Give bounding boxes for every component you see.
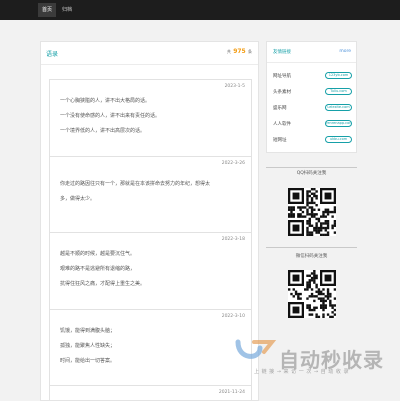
count-suffix: 条 bbox=[248, 49, 252, 54]
quote-card: 2022-3-10 饥饿，能得到满腹头脑； 孤独，能聚焦人性缺失； 时间，能给出… bbox=[49, 309, 252, 387]
qq-qr-code bbox=[288, 188, 337, 237]
quote-line: 抗得住狂风之痛，才配得上重生之美。 bbox=[60, 281, 146, 287]
quote-card: 2023-1-5 一个心胸狭隘的人，讲不出大格局的话。 一个没有使命感的人，讲不… bbox=[49, 79, 252, 157]
friend-links-header: 友情链接 more bbox=[267, 42, 356, 63]
quotes-panel: 语录 共 975 条 2023-1-5 一个心胸狭隘的人，讲不出大格局的话。 一… bbox=[40, 41, 259, 401]
friend-link-url[interactable]: renrenapp.com bbox=[325, 120, 352, 127]
friend-link-name[interactable]: 盛乐网 bbox=[273, 105, 287, 111]
wechat-qr-code bbox=[288, 270, 337, 319]
wechat-qr-caption: 微信扫码关注我 bbox=[295, 254, 328, 259]
quote-line: 一个心胸狭隘的人，讲不出大格局的话。 bbox=[60, 98, 151, 104]
friend-links-title: 友情链接 bbox=[273, 50, 291, 55]
quote-line: 你走过的路因往只有一个，那就是在本该拼命去努力的年纪，想得太 bbox=[60, 181, 211, 187]
friend-link-url[interactable]: ukbu.com bbox=[325, 136, 352, 143]
friend-link-url[interactable]: Tuliu.com bbox=[325, 88, 352, 95]
top-navbar: 首页 归档 bbox=[0, 0, 400, 20]
friend-link-url[interactable]: 123yb.com bbox=[325, 72, 352, 79]
nav-archive[interactable]: 归档 bbox=[58, 3, 76, 17]
quote-card: 2022-3-26 你走过的路因往只有一个，那就是在本该拼命去努力的年纪，想得太… bbox=[49, 156, 252, 235]
friend-link[interactable]: 盛乐网 Lelexite.com bbox=[271, 102, 354, 116]
divider bbox=[266, 167, 357, 168]
quote-line: 一个没有使命感的人，讲不出来有责任的话。 bbox=[60, 113, 161, 119]
friend-link[interactable]: 头条素材 Tuliu.com bbox=[271, 86, 354, 100]
quote-line: 孤独，能聚焦人性缺失； bbox=[60, 343, 116, 349]
quote-line: 越是不顺的时候，越是要沉住气。 bbox=[60, 251, 136, 257]
quote-line: 多，做得太少。 bbox=[60, 196, 96, 202]
quote-card: 2022-3-18 越是不顺的时候，越是要沉住气。 艰难的路不是逃避所有退缩的路… bbox=[49, 232, 252, 311]
friend-link[interactable]: 人人软件 renrenapp.com bbox=[271, 118, 354, 132]
watermark: 自动秒收录 上 链 接 → 来 访 一 次 → 自 动 收 录 bbox=[232, 338, 400, 400]
friend-link-name[interactable]: 人人软件 bbox=[273, 121, 291, 127]
qr-code-image bbox=[288, 270, 337, 319]
quote-line: 时间，能给出一切答案。 bbox=[60, 358, 116, 364]
logo-icon bbox=[235, 339, 277, 359]
quote-line: 饥饿，能得到满腹头脑； bbox=[60, 328, 116, 334]
friend-link-url[interactable]: Lelexite.com bbox=[325, 104, 352, 111]
friend-link[interactable]: 网址导航 123yb.com bbox=[271, 70, 354, 84]
count-prefix: 共 bbox=[226, 49, 231, 54]
friend-link-name[interactable]: 网址导航 bbox=[273, 73, 291, 79]
quotes-count: 共 975 条 bbox=[227, 48, 252, 55]
friend-link-name[interactable]: 短网址 bbox=[273, 137, 287, 143]
quotes-title: 语录 bbox=[46, 51, 59, 58]
friend-link-name[interactable]: 头条素材 bbox=[273, 89, 291, 95]
quote-card: 2021-11-24 bbox=[49, 385, 252, 400]
count-number: 975 bbox=[233, 48, 246, 55]
watermark-subtext: 上 链 接 → 来 访 一 次 → 自 动 收 录 bbox=[254, 369, 349, 375]
more-link[interactable]: more bbox=[339, 49, 351, 54]
quote-date: 2023-1-5 bbox=[224, 84, 245, 89]
quote-line: 艰难的路不是逃避所有退缩的路， bbox=[60, 266, 136, 272]
quotes-header: 语录 共 975 条 bbox=[41, 42, 258, 65]
quote-date: 2022-3-26 bbox=[221, 161, 245, 166]
qr-code-image bbox=[288, 188, 337, 237]
friend-links-panel: 友情链接 more 网址导航 123yb.com 头条素材 Tuliu.com … bbox=[266, 41, 357, 153]
divider bbox=[266, 247, 357, 248]
qq-qr-caption: QQ扫码关注我 bbox=[296, 171, 327, 176]
quote-date: 2022-3-18 bbox=[221, 237, 245, 242]
quote-date: 2022-3-10 bbox=[221, 314, 245, 319]
nav-home[interactable]: 首页 bbox=[38, 3, 57, 17]
friend-link[interactable]: 短网址 ukbu.com bbox=[271, 134, 354, 148]
quote-line: 一个境界低的人，讲不出高层次的话。 bbox=[60, 128, 146, 134]
